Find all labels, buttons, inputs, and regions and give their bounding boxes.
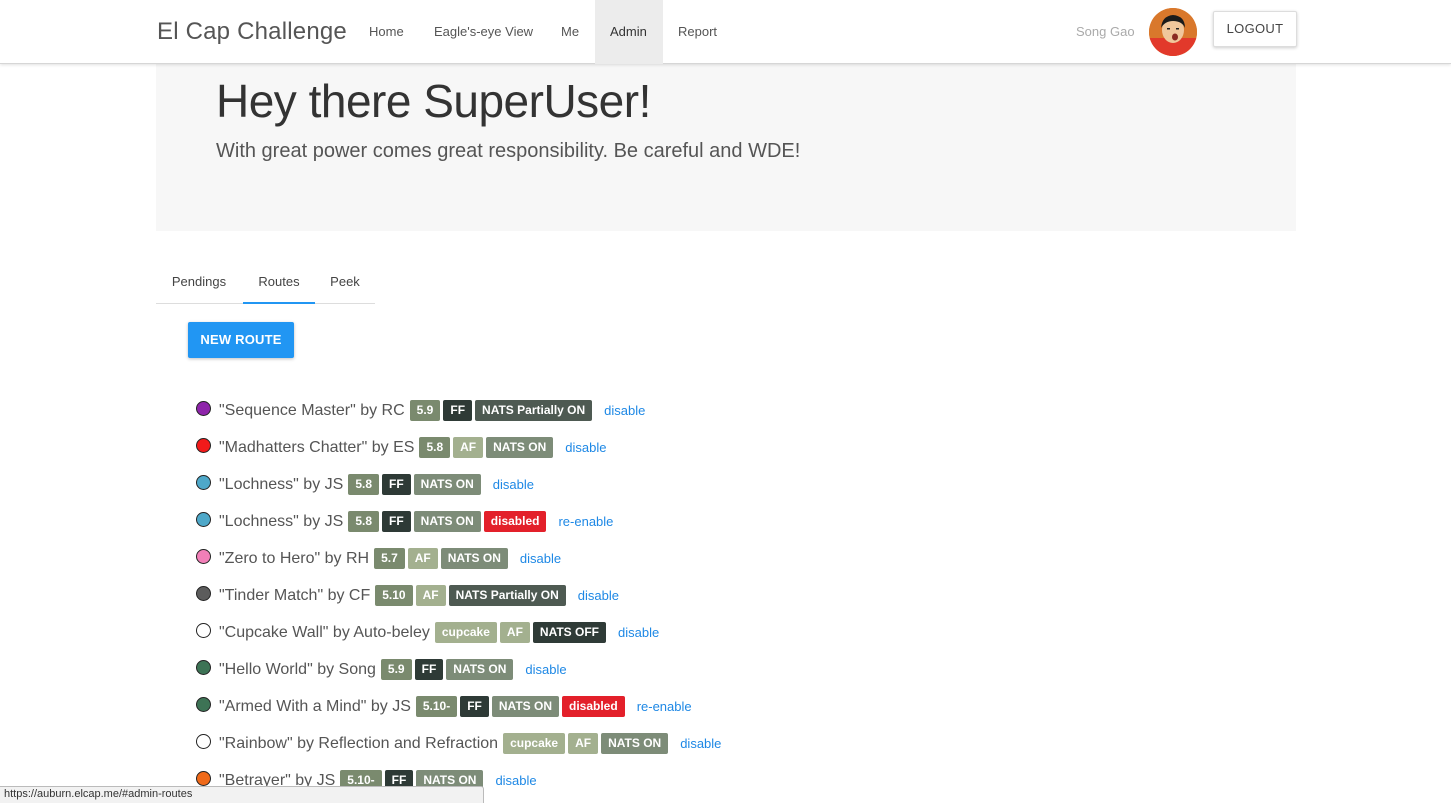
- route-badge-nats-on: NATS ON: [601, 733, 669, 754]
- route-row: "Lochness" by JS 5.8 FF NATS ON disable: [196, 466, 896, 503]
- re-enable-link[interactable]: re-enable: [637, 699, 692, 714]
- route-color-dot: [196, 512, 211, 527]
- route-badge-grade: 5.10: [375, 585, 413, 606]
- route-badge-ff: FF: [414, 659, 444, 680]
- tab-pendings[interactable]: Pendings: [156, 262, 242, 304]
- route-badge-nats-partial: NATS Partially ON: [448, 585, 566, 606]
- route-color-dot: [196, 438, 211, 453]
- disable-link[interactable]: disable: [604, 403, 645, 418]
- nav-link-me[interactable]: Me: [546, 0, 594, 64]
- status-bar-url: https://auburn.elcap.me/#admin-routes: [0, 786, 484, 803]
- disable-link[interactable]: disable: [493, 477, 534, 492]
- tab-peek[interactable]: Peek: [318, 262, 372, 304]
- route-badge-af: AF: [415, 585, 446, 606]
- route-badge-grade: 5.8: [348, 511, 379, 532]
- disable-link[interactable]: disable: [520, 551, 561, 566]
- route-color-dot: [196, 771, 211, 786]
- disable-link[interactable]: disable: [578, 588, 619, 603]
- route-row: "Hello World" by Song 5.9 FF NATS ON disable: [196, 651, 896, 688]
- route-badge-nats-partial: NATS Partially ON: [475, 400, 593, 421]
- route-color-dot: [196, 697, 211, 712]
- re-enable-link[interactable]: re-enable: [558, 514, 613, 529]
- route-badge-nats-on: NATS ON: [413, 511, 481, 532]
- route-badge-nats-off: NATS OFF: [532, 622, 607, 643]
- brand-title[interactable]: El Cap Challenge: [157, 18, 347, 46]
- route-color-dot: [196, 401, 211, 416]
- route-badge-nats-on: NATS ON: [491, 696, 559, 717]
- route-row: "Armed With a Mind" by JS 5.10- FF NATS ON d…: [196, 688, 896, 725]
- route-badge-grade: 5.9: [380, 659, 412, 680]
- route-name: "Armed With a Mind" by JS: [219, 697, 411, 715]
- route-color-dot: [196, 586, 211, 601]
- route-name: "Lochness" by JS: [219, 475, 344, 493]
- disable-link[interactable]: disable: [680, 736, 721, 751]
- route-badge-grade: 5.7: [374, 548, 405, 569]
- route-name: "Lochness" by JS: [219, 512, 344, 530]
- route-row: "Sequence Master" by RC 5.9 FF NATS Partial…: [196, 392, 896, 429]
- avatar-photo: [1149, 8, 1197, 56]
- route-badge-nats-on: NATS ON: [446, 659, 514, 680]
- route-badge-disabled: disabled: [562, 696, 625, 717]
- hero-title: Hey there SuperUser!: [216, 75, 651, 127]
- route-badge-disabled: disabled: [483, 511, 547, 532]
- route-badge-ff: FF: [460, 696, 489, 717]
- route-color-dot: [196, 734, 211, 749]
- avatar[interactable]: [1149, 8, 1197, 56]
- route-badge-af: AF: [499, 622, 530, 643]
- route-name: "Tinder Match" by CF: [219, 586, 371, 604]
- hero-subtitle: With great power comes great responsibil…: [216, 140, 801, 162]
- disable-link[interactable]: disable: [495, 773, 536, 788]
- routes-list: "Sequence Master" by RC 5.9 FF NATS Partial…: [196, 392, 896, 799]
- disable-link[interactable]: disable: [565, 440, 606, 455]
- nav-link-admin[interactable]: Admin: [595, 0, 663, 64]
- route-row: "Madhatters Chatter" by ES 5.8 AF NATS ON di…: [196, 429, 896, 466]
- route-color-dot: [196, 660, 211, 675]
- disable-link[interactable]: disable: [618, 625, 659, 640]
- route-name: "Madhatters Chatter" by ES: [219, 438, 415, 456]
- nav-link-home[interactable]: Home: [354, 0, 419, 64]
- disable-link[interactable]: disable: [525, 662, 566, 677]
- admin-tabs: Pendings Routes Peek: [156, 262, 375, 304]
- route-badge-grade: 5.9: [409, 400, 441, 421]
- route-name: "Hello World" by Song: [219, 660, 376, 678]
- route-badge-nats-on: NATS ON: [440, 548, 508, 569]
- route-color-dot: [196, 549, 211, 564]
- route-badge-grade: 5.8: [419, 437, 451, 458]
- route-color-dot: [196, 475, 211, 490]
- route-row: "Zero to Hero" by RH 5.7 AF NATS ON disable: [196, 540, 896, 577]
- route-badge-nats-on: NATS ON: [413, 474, 481, 495]
- route-color-dot: [196, 623, 211, 638]
- top-navbar: El Cap Challenge Home Eagle's-eye View M…: [0, 0, 1451, 64]
- route-name: "Cupcake Wall" by Auto-beley: [219, 623, 430, 641]
- route-badge-ff: FF: [382, 511, 411, 532]
- route-badge-af: AF: [407, 548, 438, 569]
- nav-link-eagles-eye-view[interactable]: Eagle's-eye View: [419, 0, 548, 64]
- route-badge-cupcake: cupcake: [503, 733, 566, 754]
- route-row: "Lochness" by JS 5.8 FF NATS ON disabled re-e…: [196, 503, 896, 540]
- nav-link-report[interactable]: Report: [663, 0, 732, 64]
- route-badge-af: AF: [568, 733, 599, 754]
- route-name: "Sequence Master" by RC: [219, 401, 405, 419]
- route-badge-cupcake: cupcake: [434, 622, 497, 643]
- route-badge-grade: 5.10-: [415, 696, 458, 717]
- route-badge-ff: FF: [382, 474, 411, 495]
- route-badge-ff: FF: [443, 400, 473, 421]
- route-row: "Cupcake Wall" by Auto-beley cupcake AF NAT…: [196, 614, 896, 651]
- tab-routes[interactable]: Routes: [243, 262, 315, 304]
- route-row: "Rainbow" by Reflection and Refraction cu…: [196, 725, 896, 762]
- user-name[interactable]: Song Gao: [1076, 0, 1135, 64]
- logout-button[interactable]: LOGOUT: [1213, 11, 1297, 47]
- new-route-button[interactable]: NEW ROUTE: [188, 322, 294, 358]
- route-name: "Rainbow" by Reflection and Refraction: [219, 734, 499, 752]
- route-badge-grade: 5.8: [348, 474, 379, 495]
- route-row: "Tinder Match" by CF 5.10 AF NATS Partially…: [196, 577, 896, 614]
- hero-panel: Hey there SuperUser! With great power co…: [156, 64, 1296, 231]
- route-name: "Zero to Hero" by RH: [219, 549, 370, 567]
- route-badge-nats-on: NATS ON: [486, 437, 554, 458]
- route-badge-af: AF: [453, 437, 484, 458]
